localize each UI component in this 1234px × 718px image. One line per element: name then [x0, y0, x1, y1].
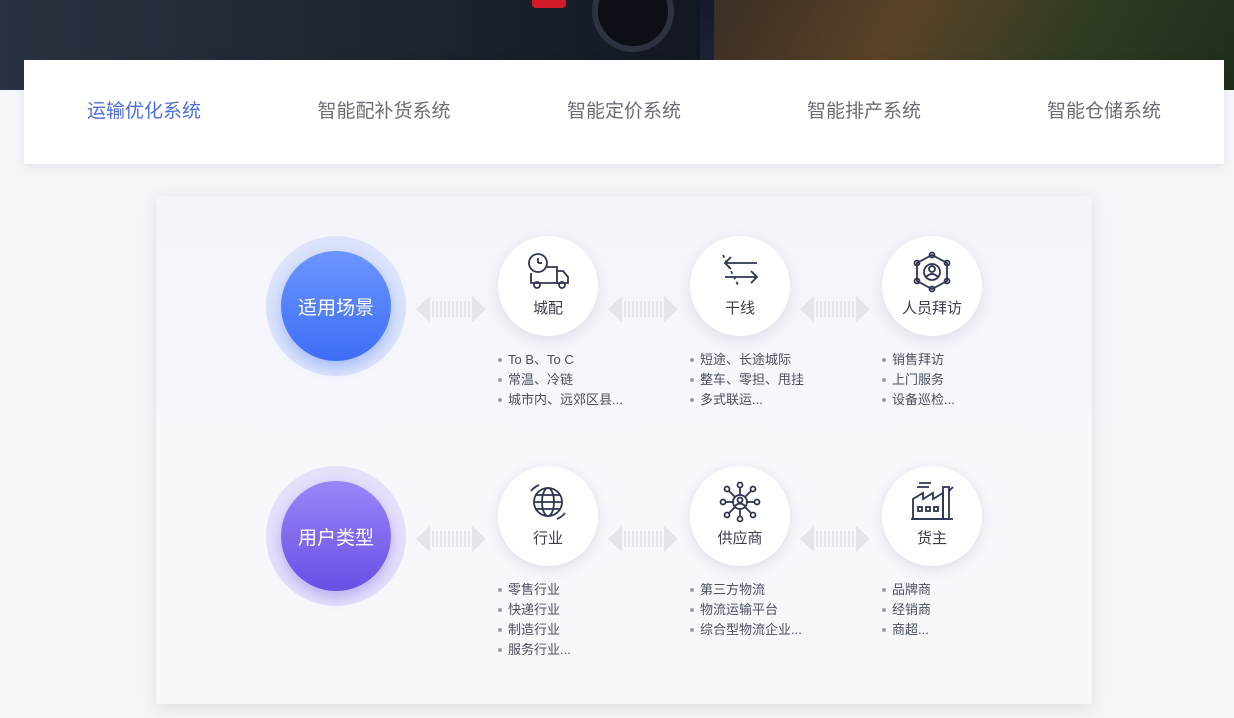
node-label: 货主 [916, 529, 947, 547]
delivery-truck-clock-icon [528, 252, 569, 289]
list-item: 服务行业... [498, 640, 658, 660]
node-label: 人员拜访 [901, 299, 962, 317]
double-arrow-icon [416, 526, 486, 552]
double-arrow-icon [608, 296, 678, 322]
tab-transport-optimization[interactable]: 运输优化系统 [24, 60, 264, 164]
scenario-circle: 适用场景 [266, 236, 406, 376]
city-delivery-list: To B、To C 常温、冷链 城市内、远郊区县... [498, 350, 658, 410]
node-supplier[interactable]: 供应商 [690, 466, 790, 566]
node-trunk-line[interactable]: 干线 [690, 236, 790, 336]
list-item: 上门服务 [882, 370, 1042, 390]
user-type-row: 用户类型 行业 零售行业 快递行业 制造行业 服务行业... 供应商 第三方物流… [156, 426, 1092, 666]
list-item: 设备巡检... [882, 390, 1042, 410]
list-item: 综合型物流企业... [690, 620, 850, 640]
user-type-title: 用户类型 [281, 481, 391, 591]
list-item: 第三方物流 [690, 580, 850, 600]
industry-list: 零售行业 快递行业 制造行业 服务行业... [498, 580, 658, 660]
person-network-icon [913, 251, 951, 292]
supplier-list: 第三方物流 物流运输平台 综合型物流企业... [690, 580, 850, 640]
double-arrow-icon [416, 296, 486, 322]
list-item: 快递行业 [498, 600, 658, 620]
list-item: 整车、零担、甩挂 [690, 370, 850, 390]
list-item: 商超... [882, 620, 1042, 640]
node-personnel-visit[interactable]: 人员拜访 [882, 236, 982, 336]
list-item: 经销商 [882, 600, 1042, 620]
supplier-network-icon [719, 481, 761, 522]
scenario-row: 适用场景 城配 To B、To C 常温、冷链 城市内、远郊区县... 干线 短… [156, 196, 1092, 436]
scenario-title: 适用场景 [281, 251, 391, 361]
node-label: 城配 [532, 299, 563, 317]
personnel-visit-list: 销售拜访 上门服务 设备巡检... [882, 350, 1042, 410]
list-item: 零售行业 [498, 580, 658, 600]
list-item: 品牌商 [882, 580, 1042, 600]
list-item: 销售拜访 [882, 350, 1042, 370]
node-label: 行业 [532, 529, 563, 547]
factory-icon [911, 481, 954, 520]
node-cargo-owner[interactable]: 货主 [882, 466, 982, 566]
globe-icon [530, 483, 566, 520]
trunk-route-arrows-icon [722, 254, 759, 287]
node-industry[interactable]: 行业 [498, 466, 598, 566]
double-arrow-icon [800, 526, 870, 552]
truck-taillight [532, 0, 566, 8]
list-item: To B、To C [498, 350, 658, 370]
node-label: 干线 [724, 299, 755, 317]
tab-smart-replenishment[interactable]: 智能配补货系统 [264, 60, 504, 164]
system-tabs: 运输优化系统 智能配补货系统 智能定价系统 智能排产系统 智能仓储系统 [24, 60, 1224, 164]
content-card: 适用场景 城配 To B、To C 常温、冷链 城市内、远郊区县... 干线 短… [156, 196, 1092, 704]
trunk-line-list: 短途、长途城际 整车、零担、甩挂 多式联运... [690, 350, 850, 410]
list-item: 物流运输平台 [690, 600, 850, 620]
cargo-owner-list: 品牌商 经销商 商超... [882, 580, 1042, 640]
tab-smart-scheduling[interactable]: 智能排产系统 [744, 60, 984, 164]
double-arrow-icon [800, 296, 870, 322]
list-item: 城市内、远郊区县... [498, 390, 658, 410]
list-item: 制造行业 [498, 620, 658, 640]
tab-smart-pricing[interactable]: 智能定价系统 [504, 60, 744, 164]
list-item: 常温、冷链 [498, 370, 658, 390]
node-city-delivery[interactable]: 城配 [498, 236, 598, 336]
double-arrow-icon [608, 526, 678, 552]
list-item: 短途、长途城际 [690, 350, 850, 370]
node-label: 供应商 [717, 529, 763, 547]
list-item: 多式联运... [690, 390, 850, 410]
user-type-circle: 用户类型 [266, 466, 406, 606]
tab-smart-warehousing[interactable]: 智能仓储系统 [984, 60, 1224, 164]
